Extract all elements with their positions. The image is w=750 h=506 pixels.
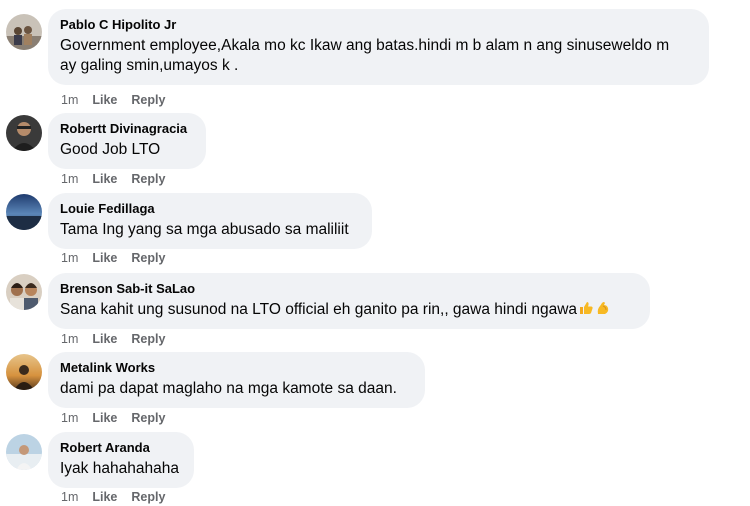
comment-text: Iyak hahahahaha xyxy=(60,460,179,477)
avatar[interactable] xyxy=(6,434,42,470)
comment-actions: 1m Like Reply xyxy=(61,331,165,347)
comment-author[interactable]: Robertt Divinagracia xyxy=(60,121,193,137)
avatar-icon xyxy=(6,354,42,390)
comment-actions: 1m Like Reply xyxy=(61,250,165,266)
comment-author[interactable]: Robert Aranda xyxy=(60,440,181,456)
comment-bubble: Metalink Works dami pa dapat maglaho na … xyxy=(48,352,425,408)
thumbs-up-icon xyxy=(578,300,594,316)
avatar-icon xyxy=(6,115,42,151)
like-button[interactable]: Like xyxy=(92,410,117,426)
reply-button[interactable]: Reply xyxy=(131,489,165,505)
avatar[interactable] xyxy=(6,115,42,151)
avatar-icon xyxy=(6,274,42,310)
comment-author[interactable]: Louie Fedillaga xyxy=(60,201,359,217)
avatar[interactable] xyxy=(6,274,42,310)
reply-button[interactable]: Reply xyxy=(131,92,165,108)
like-button[interactable]: Like xyxy=(92,331,117,347)
comment-bubble: Robert Aranda Iyak hahahahaha xyxy=(48,432,194,488)
comment-author[interactable]: Metalink Works xyxy=(60,360,412,376)
comment-actions: 1m Like Reply xyxy=(61,171,165,187)
reply-button[interactable]: Reply xyxy=(131,250,165,266)
reply-button[interactable]: Reply xyxy=(131,410,165,426)
like-button[interactable]: Like xyxy=(92,489,117,505)
comment-actions: 1m Like Reply xyxy=(61,410,165,426)
reply-button[interactable]: Reply xyxy=(131,331,165,347)
comment-timestamp[interactable]: 1m xyxy=(61,331,78,347)
avatar-icon xyxy=(6,14,42,50)
like-button[interactable]: Like xyxy=(92,92,117,108)
comment-bubble: Louie Fedillaga Tama Ing yang sa mga abu… xyxy=(48,193,372,249)
comment-timestamp[interactable]: 1m xyxy=(61,410,78,426)
avatar-icon xyxy=(6,434,42,470)
comment-timestamp[interactable]: 1m xyxy=(61,92,78,108)
comment-text-body: Sana kahit ung susunod na LTO official e… xyxy=(60,301,578,318)
comment-author[interactable]: Pablo C Hipolito Jr xyxy=(60,17,696,33)
comment-author[interactable]: Brenson Sab-it SaLao xyxy=(60,281,637,297)
avatar[interactable] xyxy=(6,194,42,230)
comment-text: Government employee,Akala mo kc Ikaw ang… xyxy=(60,37,670,74)
comment-bubble: Pablo C Hipolito Jr Government employee,… xyxy=(48,9,709,85)
comment-text: Good Job LTO xyxy=(60,141,161,158)
flexed-biceps-icon xyxy=(595,300,611,316)
comment-text: Tama Ing yang sa mga abusado sa maliliit xyxy=(60,221,349,238)
avatar-icon xyxy=(6,194,42,230)
like-button[interactable]: Like xyxy=(92,171,117,187)
reply-button[interactable]: Reply xyxy=(131,171,165,187)
comment-list: Pablo C Hipolito Jr Government employee,… xyxy=(0,0,750,506)
comment-timestamp[interactable]: 1m xyxy=(61,171,78,187)
comment-timestamp[interactable]: 1m xyxy=(61,250,78,266)
comment-timestamp[interactable]: 1m xyxy=(61,489,78,505)
comment-bubble: Brenson Sab-it SaLao Sana kahit ung susu… xyxy=(48,273,650,329)
avatar[interactable] xyxy=(6,354,42,390)
comment-text: dami pa dapat maglaho na mga kamote sa d… xyxy=(60,380,397,397)
comment-actions: 1m Like Reply xyxy=(61,489,165,505)
comment-text: Sana kahit ung susunod na LTO official e… xyxy=(60,300,637,320)
avatar[interactable] xyxy=(6,14,42,50)
comment-actions: 1m Like Reply xyxy=(61,92,165,108)
like-button[interactable]: Like xyxy=(92,250,117,266)
comment-bubble: Robertt Divinagracia Good Job LTO xyxy=(48,113,206,169)
